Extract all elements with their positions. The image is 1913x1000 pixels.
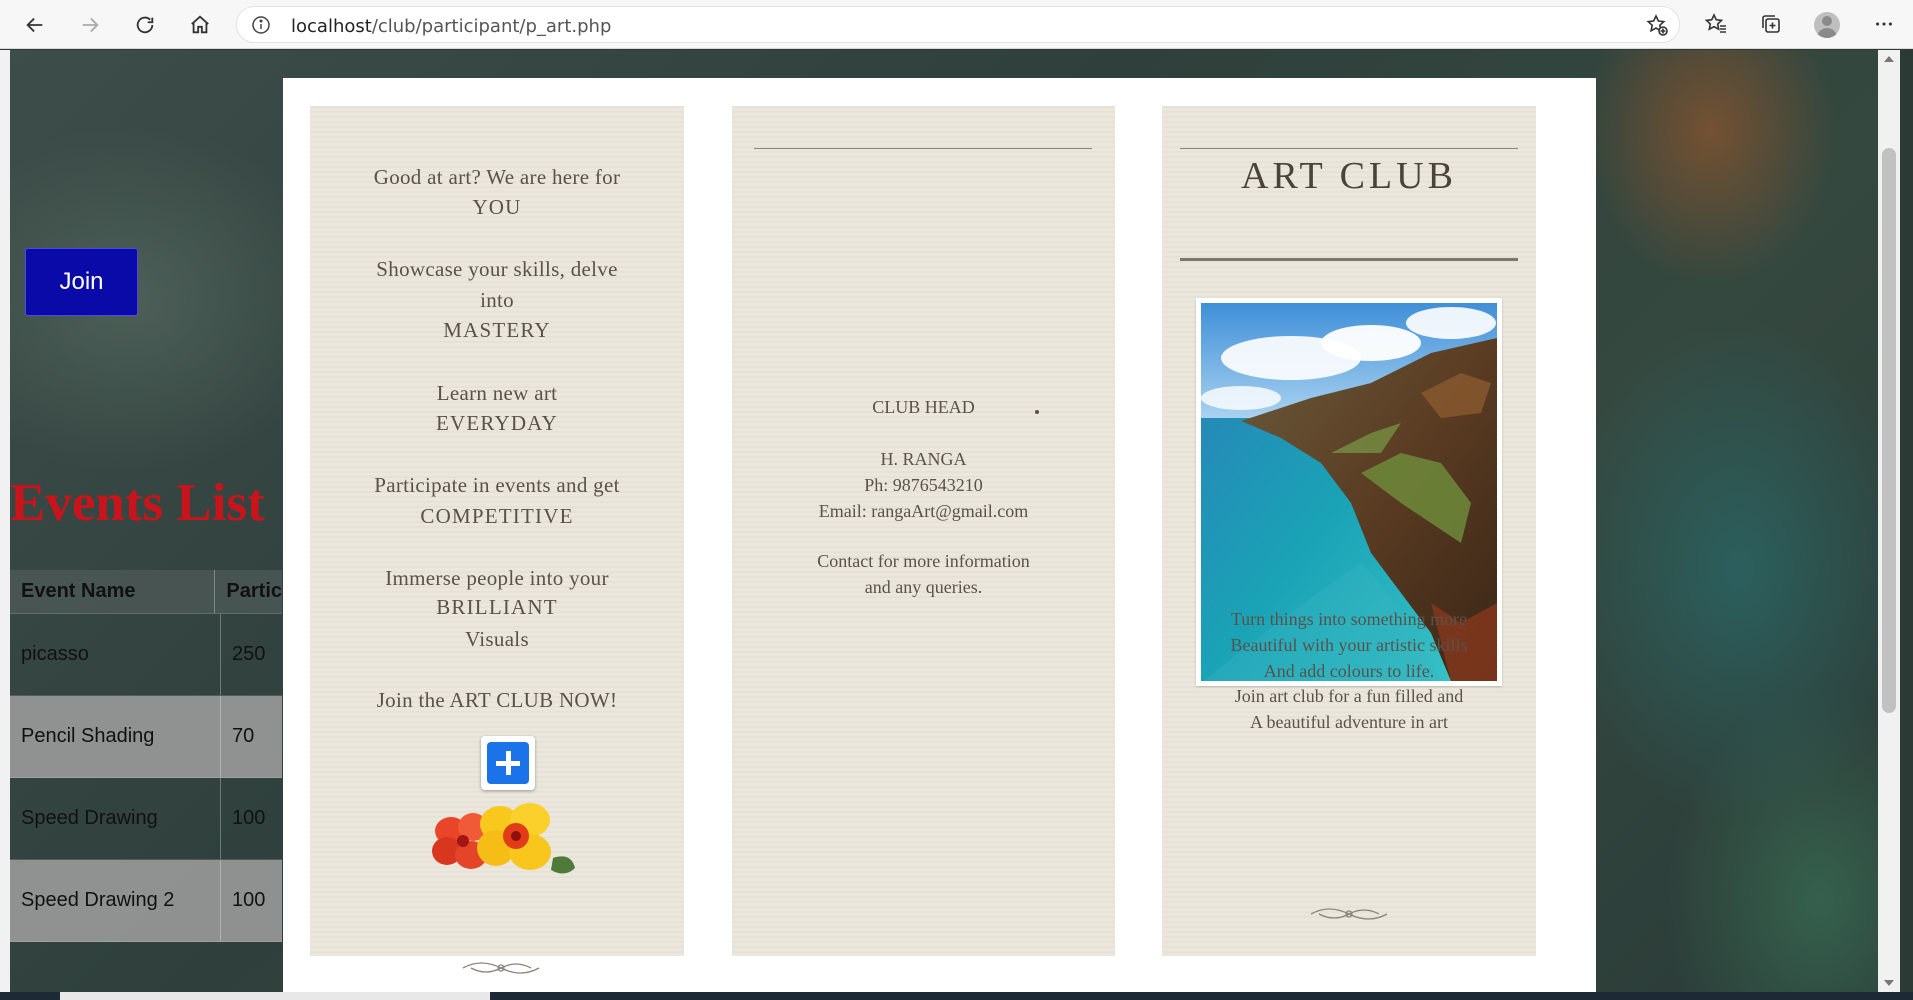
brochure-text: YOU [472,195,522,219]
participants-cell: 250 [232,643,266,665]
club-head-phone: Ph: 9876543210 [864,475,983,495]
events-table: Event Name Partic picasso 250 Pencil Sha… [10,570,282,942]
table-header-row: Event Name Partic [10,570,282,614]
reload-button[interactable] [128,8,162,42]
star-plus-icon[interactable] [1645,13,1669,37]
brochure-panel-middle: CLUB HEAD H. RANGA Ph: 9876543210 Email:… [732,106,1115,956]
join-button[interactable]: Join [25,248,138,316]
brochure-panel-right: ART CLUB Turn things into something more… [1162,106,1536,956]
collections-button[interactable] [1757,10,1785,38]
contact-text: Contact for more information [817,551,1030,571]
brochure-text: EVERYDAY [435,411,558,435]
more-button[interactable] [1870,10,1898,38]
browser-toolbar: localhost/club/participant/p_art.php [0,0,1913,49]
arrow-right-icon [82,17,99,33]
brochure-text: MASTERY [443,318,551,342]
url-path: /club/participant/p_art.php [371,16,612,37]
art-club-title: ART CLUB [1241,155,1457,197]
table-row: Speed Drawing 100 [10,778,282,860]
club-head-email: Email: rangaArt@gmail.com [818,501,1029,521]
join-club-plus-button[interactable] [481,736,535,790]
info-icon[interactable] [251,15,271,35]
more-icon [1876,22,1892,26]
brochure-text: Learn new art [436,381,558,405]
contact-text: and any queries. [864,577,983,597]
divider-line [1180,148,1518,149]
plus-icon [487,742,529,784]
hibiscus-flowers-image [432,803,575,874]
brochure-text: Visuals [465,627,529,651]
scroll-down-icon[interactable] [1884,980,1894,986]
home-icon [191,15,209,34]
brochure-text: Showcase your skills, delve [376,257,618,281]
event-name-cell: Speed Drawing 2 [10,860,221,941]
participants-cell: 100 [232,807,266,829]
brochure-text: Join art club for a fun filled and [1234,686,1464,706]
divider-line [1180,258,1518,261]
brochure-panel-left: Good at art? We are here for YOU Showcas… [310,106,684,956]
participants-cell: 100 [232,889,266,911]
reload-icon [136,16,154,34]
avatar-icon[interactable] [1814,12,1840,38]
brochure-text: A beautiful adventure in art [1250,712,1448,732]
page-left-edge [0,50,10,992]
vertical-scrollbar[interactable] [1878,50,1900,992]
table-row: picasso 250 [10,614,282,696]
brochure-text: Turn things into something more [1230,609,1468,629]
brochure-text: Immerse people into your [385,566,609,590]
event-name-cell: picasso [10,614,221,695]
brochure-text: Participate in events and get [374,473,620,497]
event-name-cell: Pencil Shading [10,696,221,777]
table-row: Pencil Shading 70 [10,696,282,778]
forward-button[interactable] [73,8,107,42]
dot-mark [1035,410,1039,414]
brochure-modal: Good at art? We are here for YOU Showcas… [283,78,1596,992]
ornament-swirl [462,962,540,974]
participants-cell: 70 [232,725,255,747]
brochure-text: BRILLIANT [436,595,558,619]
divider-line [754,148,1092,149]
favorites-icon [1704,13,1726,33]
collections-icon [1762,15,1780,33]
home-button[interactable] [183,8,217,42]
url-text: localhost/club/participant/p_art.php [291,16,611,37]
join-club-text: Join the ART CLUB NOW! [376,688,618,712]
arrow-left-icon [26,17,43,33]
ornament-swirl [1310,908,1388,920]
brochure-text: Beautiful with your artistic skills [1230,635,1468,655]
brochure-text: And add colours to life. [1263,661,1435,681]
club-head-name: H. RANGA [880,449,967,469]
table-row: Speed Drawing 2 100 [10,860,282,942]
scroll-up-icon[interactable] [1884,56,1894,62]
scrollbar-thumb[interactable] [1882,148,1896,713]
brochure-text: Good at art? We are here for [373,165,621,189]
taskbar-segment [60,992,490,1000]
back-button[interactable] [18,8,52,42]
header-event-name: Event Name [10,570,216,613]
favorites-button[interactable] [1702,10,1730,38]
events-list-title: Events List [10,474,265,532]
taskbar [0,992,1913,1000]
brochure-text: COMPETITIVE [420,504,574,528]
url-host: localhost [291,16,372,37]
brochure-text: into [480,288,514,312]
header-participants: Partic [226,580,282,602]
address-bar[interactable]: localhost/club/participant/p_art.php [236,6,1680,43]
event-name-cell: Speed Drawing [10,778,221,859]
club-head-label: CLUB HEAD [872,397,975,417]
